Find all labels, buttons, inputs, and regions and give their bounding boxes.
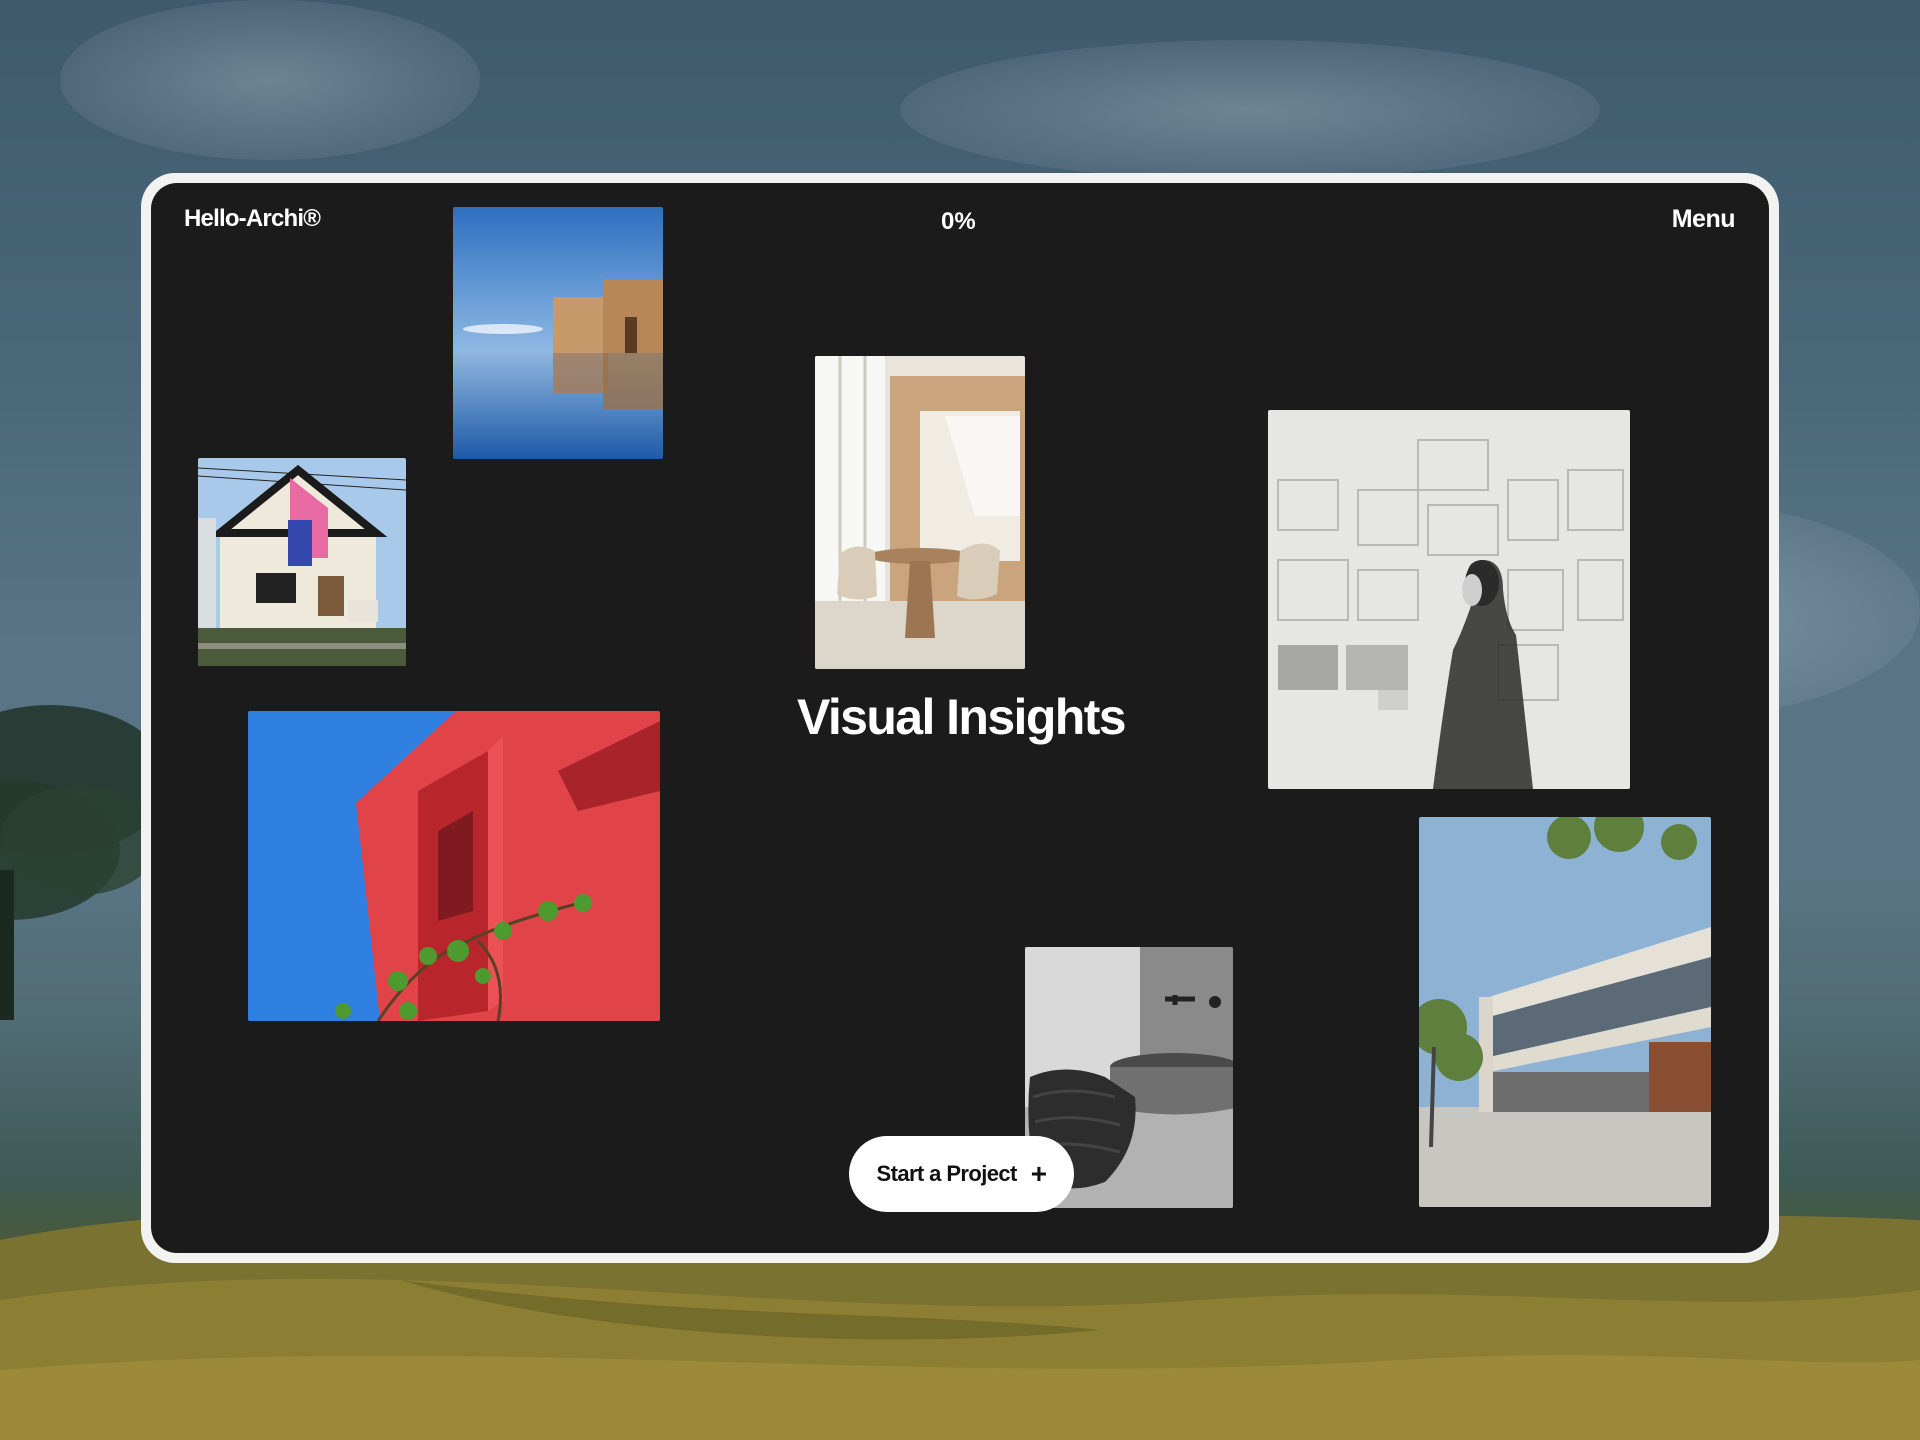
- modern-villa-photo[interactable]: [1419, 817, 1711, 1207]
- architect-sketch-wall-photo[interactable]: [1268, 410, 1630, 789]
- menu-button[interactable]: Menu: [1672, 205, 1736, 234]
- reflection-building-photo[interactable]: [453, 207, 663, 459]
- plus-icon: +: [1030, 1158, 1047, 1189]
- site-logo[interactable]: Hello-Archi®: [184, 205, 321, 233]
- page-title: Visual Insights: [797, 689, 1127, 745]
- dining-interior-photo[interactable]: [815, 356, 1025, 669]
- loading-progress: 0%: [941, 208, 976, 235]
- start-project-label: Start a Project: [876, 1161, 1018, 1186]
- red-facade-photo[interactable]: [248, 711, 660, 1021]
- pink-gable-house-photo[interactable]: [198, 458, 406, 666]
- website-screen: Hello-Archi® 0% Menu Visual Insights Sta…: [151, 183, 1769, 1253]
- start-project-button[interactable]: Start a Project +: [849, 1136, 1074, 1212]
